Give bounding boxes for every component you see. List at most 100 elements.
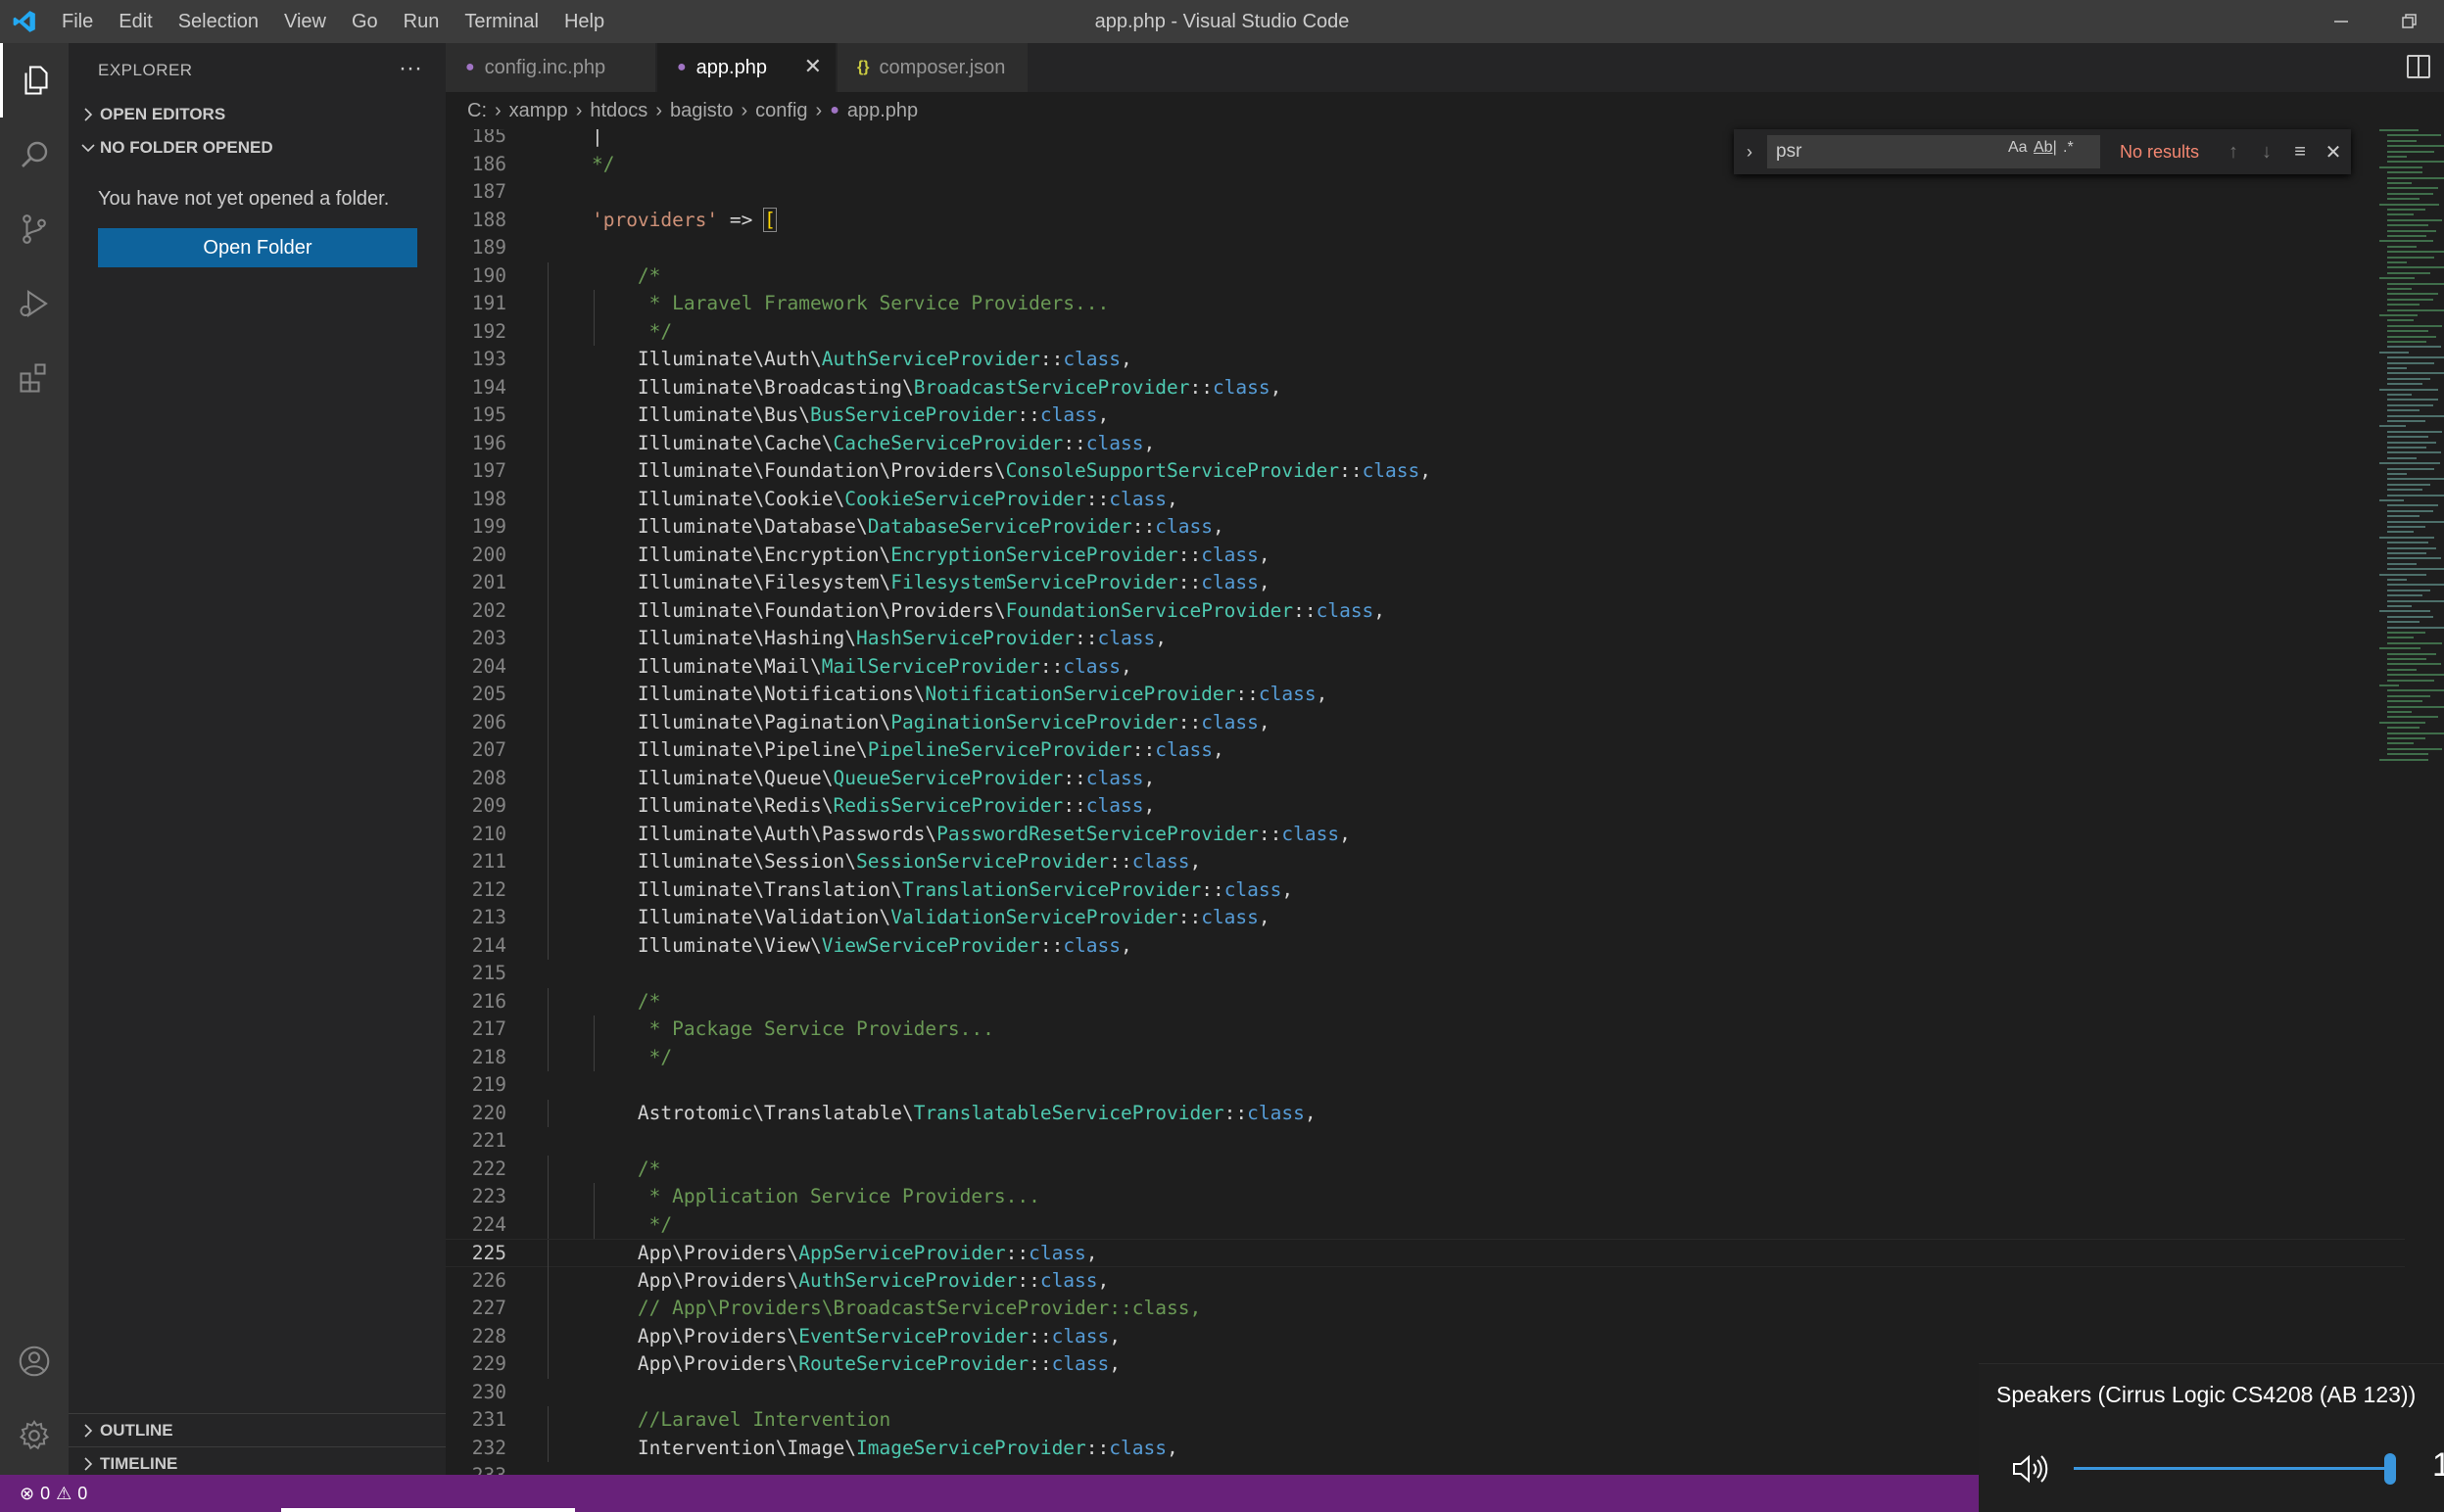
code-line[interactable]: 219	[446, 1071, 2405, 1100]
code-lines[interactable]: 185 | 186 */187 188 'providers' => [189 190…	[446, 129, 2405, 1475]
previous-match-icon[interactable]: ↑	[2217, 141, 2250, 164]
code-line[interactable]: 204 Illuminate\Mail\MailServiceProvider:…	[446, 652, 2405, 682]
code-line[interactable]: 222 /*	[446, 1155, 2405, 1184]
line-text[interactable]: * Laravel Framework Service Providers...	[546, 290, 1110, 318]
menu-file[interactable]: File	[49, 0, 106, 43]
code-line[interactable]: 216 /*	[446, 987, 2405, 1016]
settings-gear-icon[interactable]	[0, 1398, 69, 1473]
line-text[interactable]: Illuminate\Foundation\Providers\Foundati…	[546, 597, 1385, 626]
code-line[interactable]: 218 */	[446, 1043, 2405, 1072]
regex-icon[interactable]: .*	[2063, 139, 2074, 157]
find-in-selection-icon[interactable]: ≡	[2283, 141, 2317, 164]
code-line[interactable]: 192 */	[446, 317, 2405, 347]
audio-device-name[interactable]: Speakers (Cirrus Logic CS4208 (AB 123))	[1996, 1382, 2416, 1408]
outline-section[interactable]: OUTLINE	[69, 1413, 446, 1446]
warning-icon[interactable]: ⚠	[56, 1484, 72, 1504]
line-text[interactable]: Illuminate\Foundation\Providers\ConsoleS…	[546, 457, 1431, 486]
code-line[interactable]: 212 Illuminate\Translation\TranslationSe…	[446, 875, 2405, 905]
code-line[interactable]: 215	[446, 960, 2405, 988]
line-text[interactable]: Illuminate\Validation\ValidationServiceP…	[546, 904, 1270, 932]
line-text[interactable]: */	[546, 151, 615, 179]
code-line[interactable]: 211 Illuminate\Session\SessionServicePro…	[446, 848, 2405, 876]
line-text[interactable]: Illuminate\Pipeline\PipelineServiceProvi…	[546, 736, 1224, 765]
line-text[interactable]: Intervention\Image\ImageServiceProvider:…	[546, 1435, 1178, 1463]
code-line[interactable]: 209 Illuminate\Redis\RedisServiceProvide…	[446, 792, 2405, 821]
line-text[interactable]: */	[546, 1211, 672, 1240]
code-line[interactable]: 208 Illuminate\Queue\QueueServiceProvide…	[446, 764, 2405, 792]
code-line[interactable]: 228 App\Providers\EventServiceProvider::…	[446, 1322, 2405, 1350]
restore-button[interactable]	[2375, 0, 2444, 43]
explorer-icon[interactable]	[0, 43, 69, 118]
breadcrumb-item[interactable]: bagisto	[670, 100, 734, 122]
account-icon[interactable]	[0, 1324, 69, 1398]
line-text[interactable]: Illuminate\Translation\TranslationServic…	[546, 876, 1293, 905]
code-line[interactable]: 201 Illuminate\Filesystem\FilesystemServ…	[446, 569, 2405, 597]
code-line[interactable]: 188 'providers' => [	[446, 207, 2405, 235]
line-text[interactable]: Illuminate\Cookie\CookieServiceProvider:…	[546, 486, 1178, 514]
code-line[interactable]: 220 Astrotomic\Translatable\Translatable…	[446, 1099, 2405, 1128]
line-text[interactable]: Illuminate\Auth\Passwords\PasswordResetS…	[546, 821, 1351, 849]
breadcrumb-item[interactable]: htdocs	[590, 100, 647, 122]
error-count[interactable]: 0	[40, 1484, 50, 1504]
code-line[interactable]: 217 * Package Service Providers...	[446, 1016, 2405, 1044]
code-line[interactable]: 187	[446, 178, 2405, 207]
warning-count[interactable]: 0	[77, 1484, 87, 1504]
code-line[interactable]: 227 // App\Providers\BroadcastServicePro…	[446, 1295, 2405, 1323]
breadcrumb-item[interactable]: app.php	[847, 100, 918, 122]
code-line[interactable]: 199 Illuminate\Database\DatabaseServiceP…	[446, 513, 2405, 542]
close-find-icon[interactable]: ✕	[2317, 140, 2350, 165]
tab-app-php[interactable]: ● app.php ✕	[657, 43, 837, 92]
line-text[interactable]: Illuminate\Database\DatabaseServiceProvi…	[546, 513, 1224, 542]
tab-composer-json[interactable]: {} composer.json	[838, 43, 1029, 92]
line-text[interactable]: Illuminate\Session\SessionServiceProvide…	[546, 848, 1201, 876]
line-text[interactable]: Illuminate\Redis\RedisServiceProvider::c…	[546, 792, 1155, 821]
line-text[interactable]: App\Providers\RouteServiceProvider::clas…	[546, 1350, 1121, 1379]
code-line[interactable]: 190 /*	[446, 261, 2405, 290]
line-text[interactable]: Illuminate\Filesystem\FilesystemServiceP…	[546, 569, 1270, 597]
code-line[interactable]: 221	[446, 1127, 2405, 1156]
code-line[interactable]: 202 Illuminate\Foundation\Providers\Foun…	[446, 596, 2405, 626]
code-line[interactable]: 194 Illuminate\Broadcasting\BroadcastSer…	[446, 373, 2405, 402]
menu-terminal[interactable]: Terminal	[452, 0, 551, 43]
line-text[interactable]: Illuminate\Bus\BusServiceProvider::class…	[546, 402, 1109, 430]
code-line[interactable]: 213 Illuminate\Validation\ValidationServ…	[446, 904, 2405, 932]
line-text[interactable]: * Application Service Providers...	[546, 1183, 1040, 1211]
error-icon[interactable]: ⊗	[20, 1484, 34, 1504]
line-text[interactable]: Illuminate\Broadcasting\BroadcastService…	[546, 374, 1281, 402]
code-line[interactable]: 224 */	[446, 1210, 2405, 1240]
extensions-icon[interactable]	[0, 341, 69, 415]
line-text[interactable]: App\Providers\AppServiceProvider::class,	[546, 1240, 1098, 1268]
menu-go[interactable]: Go	[339, 0, 391, 43]
line-text[interactable]: Illuminate\Notifications\NotificationSer…	[546, 681, 1327, 709]
code-editor[interactable]: 185 | 186 */187 188 'providers' => [189 190…	[446, 129, 2444, 1475]
line-text[interactable]: 'providers' => [	[546, 207, 777, 235]
line-text[interactable]: Illuminate\Mail\MailServiceProvider::cla…	[546, 653, 1132, 682]
line-text[interactable]: Illuminate\Cache\CacheServiceProvider::c…	[546, 430, 1155, 458]
menu-run[interactable]: Run	[391, 0, 453, 43]
next-match-icon[interactable]: ↓	[2250, 141, 2283, 164]
line-text[interactable]: Astrotomic\Translatable\TranslatableServ…	[546, 1100, 1317, 1128]
code-line[interactable]: 195 Illuminate\Bus\BusServiceProvider::c…	[446, 402, 2405, 430]
line-text[interactable]: /*	[546, 1156, 661, 1184]
line-text[interactable]: /*	[546, 988, 661, 1016]
code-line[interactable]: 205 Illuminate\Notifications\Notificatio…	[446, 681, 2405, 709]
code-line[interactable]: 226 App\Providers\AuthServiceProvider::c…	[446, 1266, 2405, 1295]
source-control-icon[interactable]	[0, 192, 69, 266]
code-line[interactable]: 206 Illuminate\Pagination\PaginationServ…	[446, 708, 2405, 736]
code-line[interactable]: 196 Illuminate\Cache\CacheServiceProvide…	[446, 429, 2405, 458]
line-text[interactable]: */	[546, 1044, 672, 1072]
code-line[interactable]: 214 Illuminate\View\ViewServiceProvider:…	[446, 931, 2405, 960]
code-line[interactable]: 223 * Application Service Providers...	[446, 1183, 2405, 1211]
menu-selection[interactable]: Selection	[166, 0, 271, 43]
minimize-button[interactable]	[2307, 0, 2375, 43]
no-folder-section[interactable]: NO FOLDER OPENED	[69, 131, 446, 165]
code-line[interactable]: 193 Illuminate\Auth\AuthServiceProvider:…	[446, 346, 2405, 374]
menu-help[interactable]: Help	[551, 0, 617, 43]
line-text[interactable]: */	[546, 318, 672, 347]
open-editors-section[interactable]: OPEN EDITORS	[69, 98, 446, 131]
line-text[interactable]: |	[546, 129, 603, 151]
menu-edit[interactable]: Edit	[106, 0, 165, 43]
code-line[interactable]: 200 Illuminate\Encryption\EncryptionServ…	[446, 541, 2405, 569]
line-text[interactable]: // App\Providers\BroadcastServiceProvide…	[546, 1295, 1201, 1323]
run-debug-icon[interactable]	[0, 266, 69, 341]
